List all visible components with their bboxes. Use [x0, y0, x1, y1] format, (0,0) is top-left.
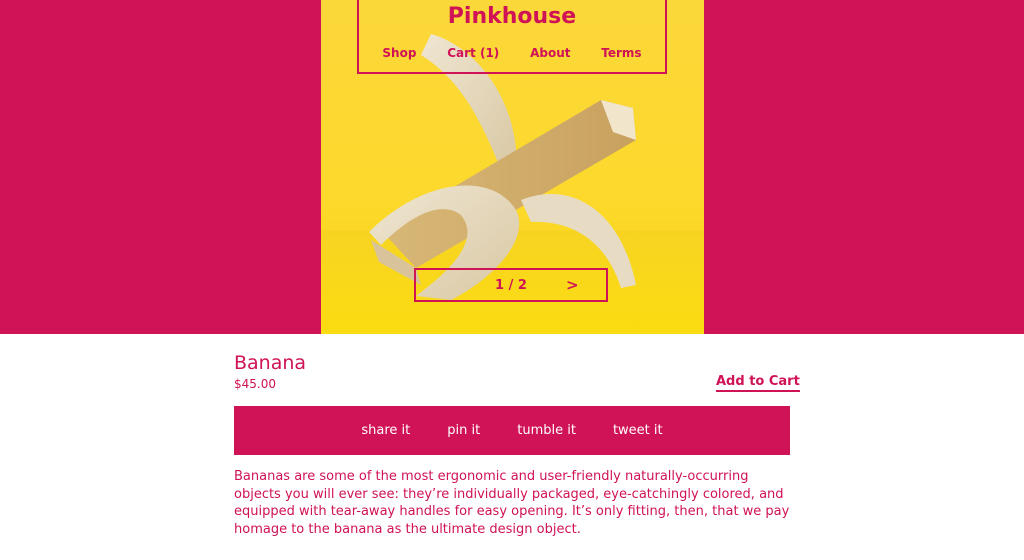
share-it-link[interactable]: share it: [361, 423, 410, 438]
nav-item-terms[interactable]: Terms: [601, 46, 641, 60]
tweet-it-link[interactable]: tweet it: [613, 423, 663, 438]
pin-it-link[interactable]: pin it: [447, 423, 480, 438]
add-to-cart-button[interactable]: Add to Cart: [716, 374, 800, 392]
brand-logo[interactable]: Pinkhouse: [359, 4, 665, 29]
product-price: $45.00: [234, 377, 276, 391]
site-header: Pinkhouse Shop Cart (1) About Terms: [357, 0, 667, 74]
main-nav: Shop Cart (1) About Terms: [359, 46, 665, 60]
next-slide-icon[interactable]: >: [566, 276, 579, 294]
nav-item-shop[interactable]: Shop: [382, 46, 416, 60]
image-slider-controls: 1 / 2 >: [414, 268, 608, 302]
product-title: Banana: [234, 352, 307, 374]
share-bar: share it pin it tumble it tweet it: [234, 406, 790, 455]
tumble-it-link[interactable]: tumble it: [517, 423, 576, 438]
nav-item-about[interactable]: About: [530, 46, 570, 60]
product-description: Bananas are some of the most ergonomic a…: [234, 469, 790, 537]
nav-item-cart[interactable]: Cart (1): [447, 46, 499, 60]
